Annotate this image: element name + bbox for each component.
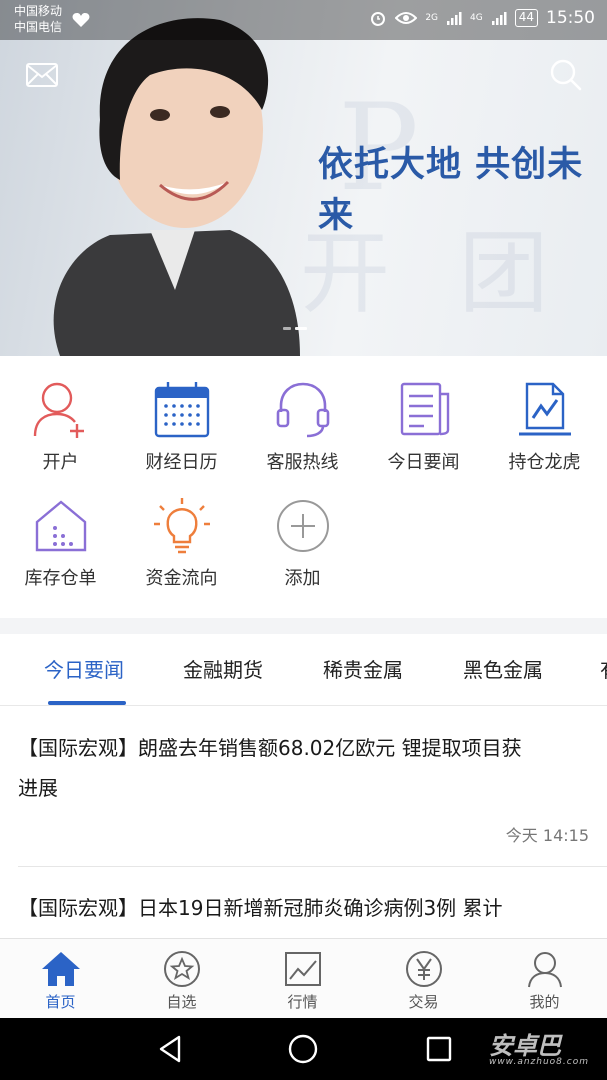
- carousel-indicator: [283, 327, 307, 330]
- carrier-2: 中国电信: [14, 20, 63, 34]
- status-icons: 2G 4G 44 15:50: [369, 8, 595, 28]
- tab-nonferrous-metals[interactable]: 有: [600, 654, 607, 683]
- signal-type-1: 2G: [425, 13, 439, 23]
- message-button[interactable]: [24, 56, 60, 92]
- carousel-dot-active: [295, 327, 307, 330]
- tab-financial-futures[interactable]: 金融期货: [183, 654, 263, 683]
- entry-finance-calendar[interactable]: 财经日历: [121, 378, 242, 474]
- line-chart-icon: [284, 952, 321, 986]
- home-icon: [41, 952, 80, 986]
- entry-fund-flow[interactable]: 资金流向: [121, 496, 242, 590]
- nav-trade[interactable]: 交易: [363, 949, 484, 1012]
- entry-label: 开户: [42, 452, 79, 473]
- nav-home[interactable]: 首页: [0, 949, 121, 1012]
- entry-label: 库存仓单: [24, 568, 97, 589]
- entry-position-ranking[interactable]: 持仓龙虎: [484, 378, 605, 474]
- nav-label: 自选: [166, 993, 197, 1011]
- entry-label: 客服热线: [266, 452, 339, 473]
- banner-slogan: 依托大地 共创未来: [318, 145, 584, 236]
- nav-watchlist[interactable]: 自选: [121, 949, 242, 1012]
- news-divider: [18, 866, 607, 867]
- tab-ferrous-metals[interactable]: 黑色金属: [463, 654, 543, 683]
- entry-warehouse-receipt[interactable]: 库存仓单: [0, 496, 121, 590]
- warehouse-icon: [35, 500, 86, 552]
- nav-profile[interactable]: 我的: [484, 949, 605, 1012]
- system-nav-bar: 安卓巴 www.anzhuo8.com: [0, 1018, 607, 1080]
- banner-carousel[interactable]: 大 P 开 团 依托大地 共创未来: [0, 0, 607, 356]
- news-time: 今天 14:15: [505, 826, 589, 845]
- entry-open-account[interactable]: 开户: [0, 378, 121, 474]
- yen-circle-icon: [405, 951, 442, 987]
- news-title: 【国际宏观】朗盛去年销售额68.02亿欧元 锂提取项目获 进展: [18, 736, 522, 800]
- tab-precious-metals[interactable]: 稀贵金属: [323, 654, 403, 683]
- news-title: 【国际宏观】日本19日新增新冠肺炎确诊病例3例 累计: [18, 896, 503, 920]
- active-tab-indicator: [48, 701, 126, 705]
- headset-icon: [276, 382, 329, 438]
- newspaper-icon: [400, 382, 449, 436]
- alarm-icon: [371, 12, 386, 26]
- mail-icon: [26, 63, 58, 87]
- news-item[interactable]: 【国际宏观】日本19日新增新冠肺炎确诊病例3例 累计: [18, 888, 589, 928]
- carrier-info: 中国移动 中国电信: [14, 3, 62, 35]
- news-item[interactable]: 【国际宏观】朗盛去年销售额68.02亿欧元 锂提取项目获 进展 今天 14:15: [18, 728, 589, 846]
- nav-market[interactable]: 行情: [242, 949, 363, 1012]
- battery-indicator: 44: [514, 9, 538, 27]
- section-divider: [0, 618, 607, 634]
- search-button[interactable]: [547, 56, 583, 92]
- nav-label: 首页: [45, 993, 76, 1011]
- carrier-1: 中国移动: [14, 4, 63, 18]
- chart-report-icon: [518, 382, 571, 436]
- plus-circle-icon: [276, 500, 329, 552]
- status-bar: 中国移动 中国电信 2G 4G 44 15:50: [0, 0, 607, 40]
- signal-icon-2: [491, 12, 507, 25]
- entry-label: 资金流向: [145, 568, 218, 589]
- add-user-icon: [33, 382, 84, 438]
- entry-label: 添加: [284, 568, 321, 589]
- user-icon: [527, 952, 562, 988]
- entry-label: 今日要闻: [387, 452, 460, 473]
- star-circle-icon: [163, 951, 200, 987]
- heart-rate-icon: [72, 13, 90, 27]
- nav-label: 行情: [287, 993, 318, 1011]
- entry-today-news[interactable]: 今日要闻: [363, 378, 484, 474]
- news-tabs: 今日要闻 金融期货 稀贵金属 黑色金属 有: [0, 634, 607, 706]
- carousel-dot: [283, 327, 291, 330]
- nav-label: 我的: [529, 993, 560, 1011]
- eye-icon: [395, 12, 418, 24]
- search-icon: [550, 59, 582, 91]
- signal-type-2: 4G: [470, 13, 483, 23]
- home-circle-icon[interactable]: [287, 1033, 319, 1065]
- entry-add[interactable]: 添加: [242, 496, 363, 590]
- lightbulb-icon: [153, 498, 210, 554]
- entry-service-hotline[interactable]: 客服热线: [242, 378, 363, 474]
- tab-today-news[interactable]: 今日要闻: [44, 654, 124, 683]
- recent-apps-icon[interactable]: [424, 1033, 454, 1065]
- signal-icon: [447, 12, 462, 25]
- calendar-icon: [154, 382, 209, 438]
- clock: 15:50: [546, 8, 595, 28]
- nav-label: 交易: [408, 993, 439, 1011]
- bottom-navigation: 首页 自选 行情 交易 我的: [0, 938, 607, 1018]
- entry-label: 财经日历: [145, 452, 218, 473]
- banner-person-image: [53, 18, 300, 356]
- back-icon[interactable]: [155, 1033, 185, 1065]
- watermark-logo: 安卓巴 www.anzhuo8.com: [488, 1032, 589, 1067]
- entry-label: 持仓龙虎: [508, 452, 581, 473]
